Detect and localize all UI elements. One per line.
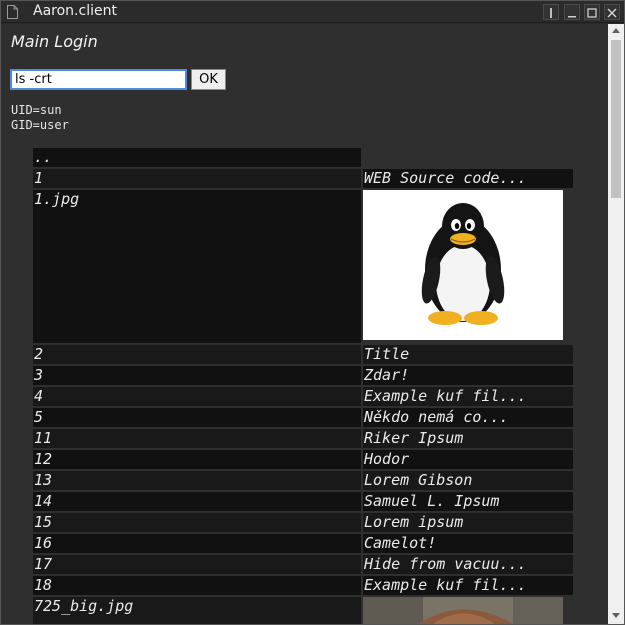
list-item-desc[interactable]: Někdo nemá co... [363, 408, 573, 427]
list-item-desc[interactable]: Samuel L. Ipsum [363, 492, 573, 511]
list-item-desc[interactable]: Title [363, 345, 573, 364]
pin-icon [550, 8, 552, 18]
document-icon [7, 5, 18, 19]
uid-text: UID=sun [11, 103, 62, 117]
page-content: Main Login OK UID=sun GID=user .. 1 WEB … [1, 24, 608, 624]
list-item-name[interactable]: 5 [33, 408, 361, 427]
close-icon [607, 8, 617, 18]
vertical-scrollbar[interactable] [608, 24, 624, 624]
list-item-name[interactable]: 3 [33, 366, 361, 385]
list-item-desc[interactable]: Riker Ipsum [363, 429, 573, 448]
list-item-name[interactable]: 13 [33, 471, 361, 490]
list-item-desc[interactable]: Lorem Gibson [363, 471, 573, 490]
scroll-thumb[interactable] [611, 40, 621, 198]
list-item-name[interactable]: 15 [33, 513, 361, 532]
minimize-icon [568, 16, 576, 18]
command-input[interactable] [10, 69, 187, 90]
list-item-name[interactable]: 2 [33, 345, 361, 364]
window-title: Aaron.client [33, 3, 117, 19]
list-item-desc[interactable]: Example kuf fil... [363, 576, 573, 595]
minimize-button[interactable] [564, 4, 580, 20]
page-title: Main Login [11, 32, 98, 51]
list-item-name[interactable]: 1.jpg [33, 190, 361, 343]
list-item-desc[interactable]: Hodor [363, 450, 573, 469]
photo-image[interactable] [363, 597, 563, 624]
list-item-desc[interactable]: Camelot! [363, 534, 573, 553]
maximize-icon [587, 8, 597, 18]
pin-button[interactable] [543, 4, 559, 20]
list-item-desc[interactable]: Hide from vacuu... [363, 555, 573, 574]
penguin-icon [421, 203, 505, 325]
list-item-name[interactable]: 725_big.jpg [33, 597, 361, 624]
list-item-name[interactable]: 12 [33, 450, 361, 469]
list-item-name[interactable]: 4 [33, 387, 361, 406]
gid-text: GID=user [11, 118, 69, 132]
close-button[interactable] [604, 4, 620, 20]
ok-button[interactable]: OK [191, 69, 226, 90]
penguin-image[interactable] [363, 190, 563, 340]
list-item-name[interactable]: 16 [33, 534, 361, 553]
scroll-down-icon[interactable] [612, 613, 620, 618]
list-item-parent[interactable]: .. [33, 148, 361, 167]
list-item-desc[interactable]: Lorem ipsum [363, 513, 573, 532]
list-item-desc[interactable]: WEB Source code... [363, 169, 573, 188]
title-bar[interactable]: Aaron.client [1, 1, 624, 23]
app-window: Aaron.client Main Login OK UID=sun GI [0, 0, 625, 625]
list-item-desc[interactable]: Example kuf fil... [363, 387, 573, 406]
list-item-name[interactable]: 17 [33, 555, 361, 574]
scroll-up-icon[interactable] [612, 28, 620, 33]
list-item-desc[interactable]: Zdar! [363, 366, 573, 385]
list-item-name[interactable]: 1 [33, 169, 361, 188]
maximize-button[interactable] [584, 4, 600, 20]
list-item-name[interactable]: 11 [33, 429, 361, 448]
photo-icon [363, 597, 563, 624]
list-item-name[interactable]: 14 [33, 492, 361, 511]
list-item-name[interactable]: 18 [33, 576, 361, 595]
